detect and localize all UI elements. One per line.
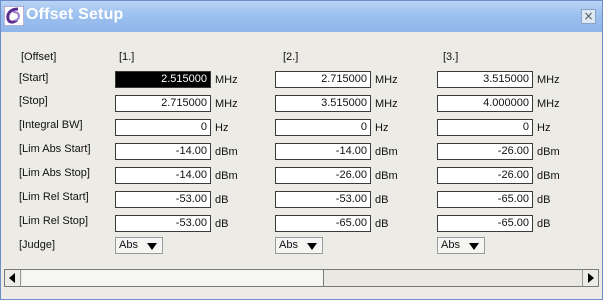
unit-mhz: MHz <box>215 74 238 86</box>
arrow-right-icon <box>588 273 594 283</box>
stop-field-2[interactable]: 3.515000 <box>275 95 371 112</box>
close-icon: × <box>583 9 594 23</box>
arrow-left-icon <box>9 273 15 283</box>
unit-mhz: MHz <box>215 98 238 110</box>
unit-dbm: dBm <box>375 146 398 158</box>
unit-dbm: dBm <box>215 170 238 182</box>
horizontal-scrollbar[interactable] <box>4 269 599 287</box>
scroll-right-button[interactable] <box>582 270 598 286</box>
integral-bw-field-3[interactable]: 0 <box>437 119 533 136</box>
judge-dropdown-2[interactable]: Abs <box>275 237 323 254</box>
unit-dbm: dBm <box>215 146 238 158</box>
lim-rel-start-field-3[interactable]: -65.00 <box>437 191 533 208</box>
lim-abs-start-field-3[interactable]: -26.00 <box>437 143 533 160</box>
unit-hz: Hz <box>537 122 551 134</box>
lim-abs-stop-field-1[interactable]: -14.00 <box>115 167 211 184</box>
label-offset: [Offset] <box>21 51 57 63</box>
unit-db: dB <box>215 218 229 230</box>
unit-mhz: MHz <box>537 74 560 86</box>
lim-rel-stop-field-2[interactable]: -65.00 <box>275 215 371 232</box>
scroll-left-button[interactable] <box>5 270 21 286</box>
unit-db: dB <box>537 194 551 206</box>
scrollbar-thumb[interactable] <box>22 270 324 286</box>
judge-value-3: Abs <box>441 239 460 251</box>
unit-db: dB <box>215 194 229 206</box>
dropdown-arrow-icon <box>469 243 479 250</box>
app-logo-icon <box>4 6 24 26</box>
unit-dbm: dBm <box>537 146 560 158</box>
lim-abs-stop-field-3[interactable]: -26.00 <box>437 167 533 184</box>
unit-db: dB <box>537 218 551 230</box>
column-header-2: [2.] <box>283 51 299 63</box>
integral-bw-field-1[interactable]: 0 <box>115 119 211 136</box>
dropdown-arrow-icon <box>147 243 157 250</box>
unit-hz: Hz <box>215 122 229 134</box>
lim-rel-stop-field-3[interactable]: -65.00 <box>437 215 533 232</box>
label-integral-bw: [Integral BW] <box>19 119 83 131</box>
unit-mhz: MHz <box>375 74 398 86</box>
offset-setup-window: Offset Setup × [Offset] [Start] [Stop] [… <box>0 0 603 300</box>
unit-db: dB <box>375 194 389 206</box>
lim-abs-stop-field-2[interactable]: -26.00 <box>275 167 371 184</box>
lim-rel-stop-field-1[interactable]: -53.00 <box>115 215 211 232</box>
lim-abs-start-field-1[interactable]: -14.00 <box>115 143 211 160</box>
unit-db: dB <box>375 218 389 230</box>
label-judge: [Judge] <box>19 239 56 251</box>
label-lim-rel-stop: [Lim Rel Stop] <box>19 215 89 227</box>
judge-value-1: Abs <box>119 239 138 251</box>
column-header-3: [3.] <box>443 51 459 63</box>
unit-mhz: MHz <box>537 98 560 110</box>
label-stop: [Stop] <box>19 95 48 107</box>
judge-dropdown-1[interactable]: Abs <box>115 237 163 254</box>
start-field-1[interactable]: 2.515000 <box>115 71 211 88</box>
unit-hz: Hz <box>375 122 389 134</box>
label-lim-abs-start: [Lim Abs Start] <box>19 143 91 155</box>
start-field-3[interactable]: 3.515000 <box>437 71 533 88</box>
judge-value-2: Abs <box>279 239 298 251</box>
column-header-1: [1.] <box>119 51 135 63</box>
label-lim-abs-stop: [Lim Abs Stop] <box>19 167 90 179</box>
label-lim-rel-start: [Lim Rel Start] <box>19 191 89 203</box>
label-start: [Start] <box>19 72 49 84</box>
lim-rel-start-field-2[interactable]: -53.00 <box>275 191 371 208</box>
integral-bw-field-2[interactable]: 0 <box>275 119 371 136</box>
lim-abs-start-field-2[interactable]: -14.00 <box>275 143 371 160</box>
unit-dbm: dBm <box>375 170 398 182</box>
unit-dbm: dBm <box>537 170 560 182</box>
start-field-2[interactable]: 2.715000 <box>275 71 371 88</box>
judge-dropdown-3[interactable]: Abs <box>437 237 485 254</box>
stop-field-1[interactable]: 2.715000 <box>115 95 211 112</box>
window-title: Offset Setup <box>26 6 124 23</box>
dropdown-arrow-icon <box>307 243 317 250</box>
stop-field-3[interactable]: 4.000000 <box>437 95 533 112</box>
unit-mhz: MHz <box>375 98 398 110</box>
title-bar[interactable]: Offset Setup × <box>1 1 602 32</box>
close-button[interactable]: × <box>581 9 596 24</box>
lim-rel-start-field-1[interactable]: -53.00 <box>115 191 211 208</box>
